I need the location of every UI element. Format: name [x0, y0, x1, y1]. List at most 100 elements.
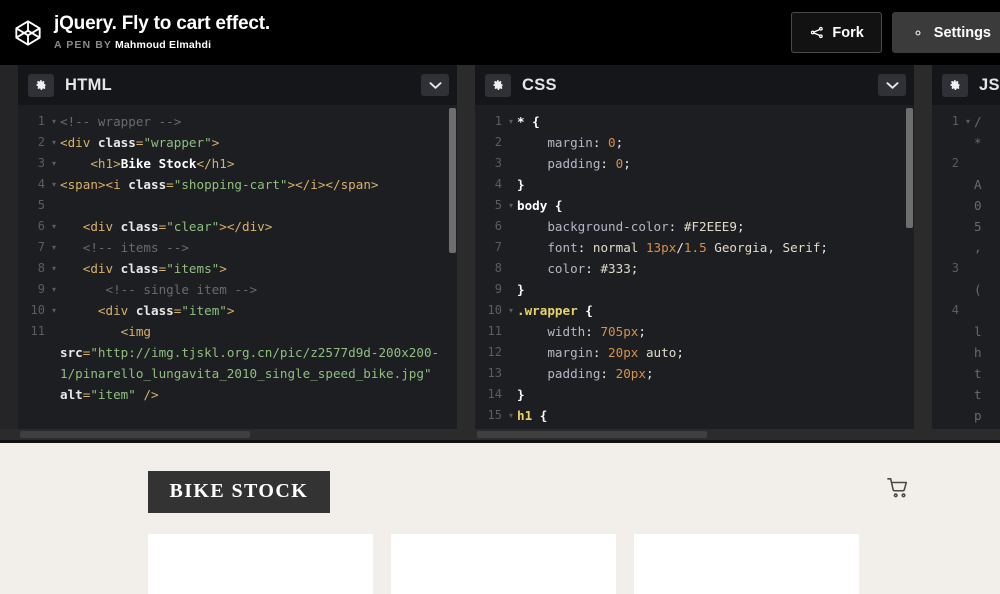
code-text: ( — [974, 282, 982, 297]
fold-arrow-icon[interactable]: ▾ — [48, 258, 60, 279]
fold-arrow-icon[interactable] — [505, 132, 517, 153]
fold-arrow-icon[interactable] — [505, 153, 517, 174]
code-text: padding: 0; — [547, 156, 631, 171]
fold-arrow-icon[interactable]: ▾ — [48, 300, 60, 321]
code-text: <div class="wrapper"> — [60, 135, 220, 150]
fold-arrow-icon[interactable] — [962, 153, 974, 195]
fold-arrow-icon[interactable] — [505, 321, 517, 342]
fold-arrow-icon[interactable] — [505, 384, 517, 405]
fold-arrow-icon[interactable] — [962, 195, 974, 258]
css-editor-scrollbar[interactable] — [905, 105, 914, 429]
code-text: <img src="http://img.tjskl.org.cn/pic/z2… — [60, 324, 440, 402]
line-number — [932, 342, 962, 426]
fold-arrow-icon[interactable]: ▾ — [505, 111, 517, 132]
code-line: 5 — [18, 195, 457, 216]
settings-button[interactable]: Settings — [891, 12, 1000, 53]
fold-arrow-icon[interactable]: ▾ — [505, 300, 517, 321]
code-text: <div class="clear"></div> — [82, 219, 273, 234]
header-actions: Fork Settings — [791, 0, 1000, 65]
line-number: 4 — [494, 177, 502, 191]
fold-arrow-icon[interactable] — [505, 174, 517, 195]
code-line: 9} — [475, 279, 914, 300]
line-number: 2 — [951, 156, 959, 170]
editor-horizontal-scrollbar[interactable] — [0, 429, 1000, 440]
code-line: 10 ▾ .wrapper { — [475, 300, 914, 321]
panel-css-collapse-chevron-down-icon[interactable] — [878, 74, 906, 96]
css-settings-gear-icon[interactable] — [485, 73, 511, 97]
line-number: 14 — [487, 387, 502, 401]
gutter-css-js[interactable] — [914, 65, 932, 429]
line-number: 10 — [487, 303, 502, 317]
code-text: <div class="item"> — [97, 303, 235, 318]
item-list — [147, 534, 859, 594]
fold-arrow-icon[interactable]: ▾ — [505, 195, 517, 216]
code-line: 8 ▾ <div class="items"> — [18, 258, 457, 279]
list-item[interactable] — [147, 534, 373, 594]
codepen-logo-icon[interactable] — [6, 19, 50, 47]
fold-arrow-icon[interactable] — [962, 342, 974, 426]
code-line: 6 ▾ <div class="clear"></div> — [18, 216, 457, 237]
fold-arrow-icon[interactable]: ▾ — [48, 216, 60, 237]
list-item[interactable] — [633, 534, 859, 594]
line-number: 8 — [494, 261, 502, 275]
fold-arrow-icon[interactable] — [962, 300, 974, 342]
fold-arrow-icon[interactable]: ▾ — [48, 237, 60, 258]
fork-button[interactable]: Fork — [791, 12, 882, 53]
fold-arrow-icon[interactable]: ▾ — [48, 132, 60, 153]
code-line: 12 margin: 20px auto; — [475, 342, 914, 363]
code-text: <h1>Bike Stock</h1> — [90, 156, 235, 171]
code-text: font: normal 13px/1.5 Georgia, Serif; — [547, 240, 828, 255]
fold-arrow-icon[interactable] — [505, 363, 517, 384]
fold-arrow-icon[interactable]: ▾ — [505, 405, 517, 426]
fold-arrow-icon[interactable] — [48, 195, 60, 216]
html-code-editor[interactable]: 1 ▾ <!-- wrapper --> 2 ▾ <div class="wrapper"… — [18, 105, 457, 429]
panel-html: HTML 1 ▾ <!-- wrapper --> 2 ▾ <div class="wra… — [18, 65, 457, 429]
preview-pane[interactable]: Bike Stock — [0, 443, 1000, 594]
code-line: 10 ▾ <div class="item"> — [18, 300, 457, 321]
fold-arrow-icon[interactable] — [505, 258, 517, 279]
html-editor-scrollbar[interactable] — [448, 105, 457, 429]
code-line: 6 background-color: #F2EEE9; — [475, 216, 914, 237]
panel-html-collapse-chevron-down-icon[interactable] — [421, 74, 449, 96]
fold-arrow-icon[interactable] — [505, 279, 517, 300]
code-text: A — [974, 177, 982, 192]
preview-wrapper: Bike Stock — [128, 443, 907, 594]
fold-arrow-icon[interactable]: ▾ — [48, 279, 60, 300]
css-code-editor[interactable]: 1 ▾ * {2 margin: 0; 3 padding: 0; 4} 5 ▾ body {… — [475, 105, 914, 429]
fold-arrow-icon[interactable] — [505, 216, 517, 237]
gutter-html-css[interactable] — [457, 65, 475, 429]
line-number: 11 — [30, 324, 45, 338]
panel-css-header: CSS — [475, 65, 914, 105]
fold-arrow-icon[interactable] — [48, 321, 60, 405]
fold-arrow-icon[interactable]: ▾ — [962, 111, 974, 153]
code-line: 2 margin: 0; — [475, 132, 914, 153]
code-text: * { — [517, 114, 540, 129]
js-settings-gear-icon[interactable] — [942, 73, 968, 97]
editor-panels-row: HTML 1 ▾ <!-- wrapper --> 2 ▾ <div class="wra… — [0, 65, 1000, 429]
list-item[interactable] — [390, 534, 616, 594]
fold-arrow-icon[interactable]: ▾ — [48, 153, 60, 174]
code-line: 9 ▾ <!-- single item --> — [18, 279, 457, 300]
code-text: width: 705px; — [547, 324, 646, 339]
js-code-editor[interactable]: 1▾/*2 A05,3 (4 lhttplic5*/6 7▾$('8 9 $(t… — [932, 105, 1000, 429]
fold-arrow-icon[interactable] — [505, 237, 517, 258]
pen-author[interactable]: Mahmoud Elmahdi — [115, 39, 211, 51]
fold-arrow-icon[interactable] — [505, 342, 517, 363]
preview-heading: Bike Stock — [147, 471, 331, 513]
line-number: 1 — [494, 114, 502, 128]
code-line: 11 width: 705px; — [475, 321, 914, 342]
fold-arrow-icon[interactable] — [962, 258, 974, 300]
code-line: 3 ▾ <h1>Bike Stock</h1> — [18, 153, 457, 174]
html-settings-gear-icon[interactable] — [28, 73, 54, 97]
line-number: 1 — [37, 114, 45, 128]
code-text: /* — [974, 114, 982, 150]
line-number: 3 — [37, 156, 45, 170]
line-number: 3 — [494, 156, 502, 170]
line-number: 5 — [494, 198, 502, 212]
fold-arrow-icon[interactable]: ▾ — [48, 111, 60, 132]
fold-arrow-icon[interactable]: ▾ — [48, 174, 60, 195]
panel-css: CSS 1 ▾ * {2 margin: 0; 3 padding: 0; 4} 5 ▾ bo… — [475, 65, 914, 429]
shopping-cart-icon[interactable] — [886, 477, 909, 504]
code-line: 7 ▾ <!-- items --> — [18, 237, 457, 258]
line-number: 4 — [37, 177, 45, 191]
